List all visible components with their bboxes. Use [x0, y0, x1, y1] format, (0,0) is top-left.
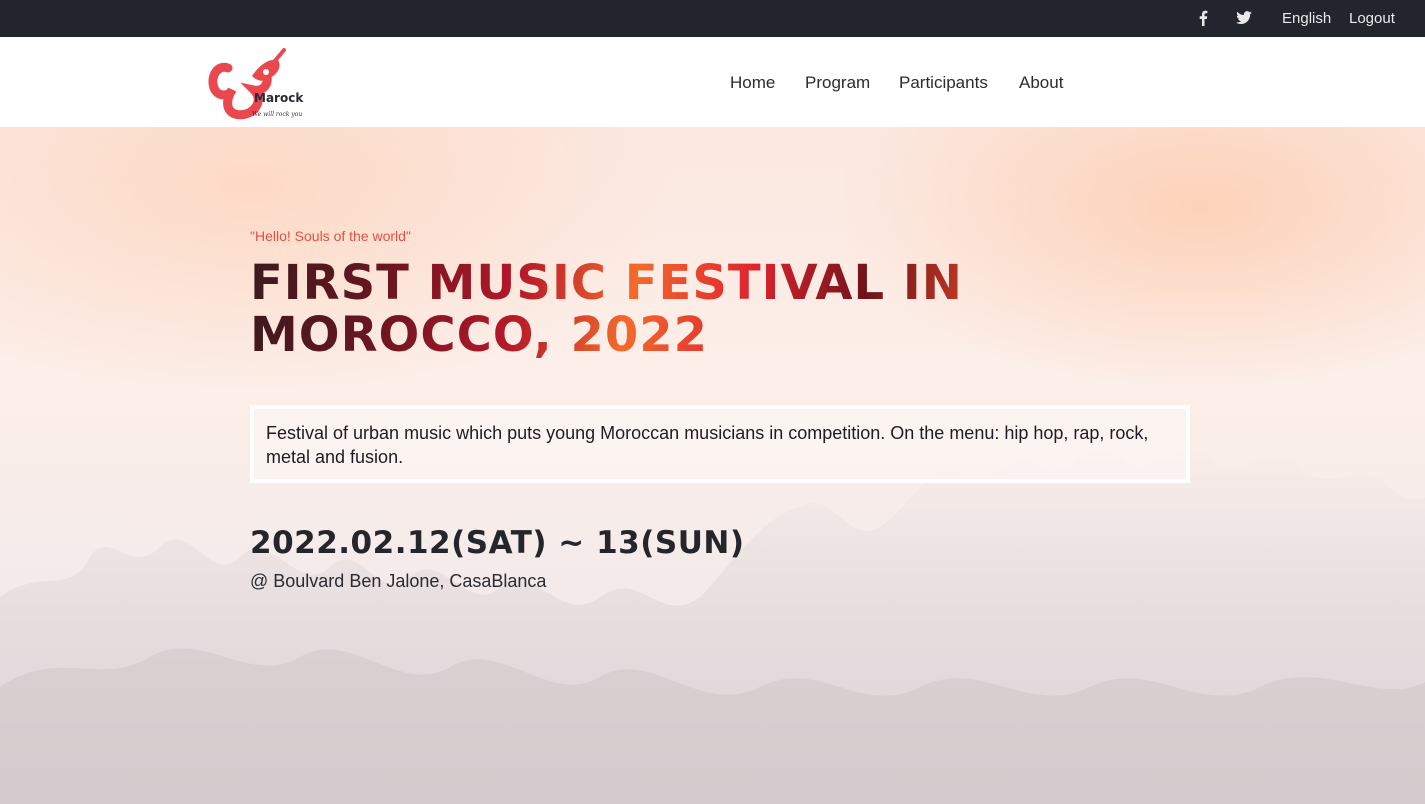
logo-text: Marock — [254, 91, 304, 105]
facebook-icon[interactable] — [1194, 9, 1212, 27]
hero-title: First Music Festival in Morocco, 2022 — [250, 257, 1010, 361]
top-bar: English Logout — [0, 0, 1425, 37]
site-logo[interactable]: Marock We will rock you — [208, 46, 318, 121]
nav-program[interactable]: Program — [805, 73, 870, 93]
hero-tagline: "Hello! Souls of the world" — [250, 228, 411, 244]
festival-description: Festival of urban music which puts young… — [250, 405, 1190, 483]
festival-venue: @ Boulvard Ben Jalone, CasaBlanca — [250, 571, 547, 591]
site-header: Marock We will rock you Home Program Par… — [0, 37, 1425, 127]
nav-home[interactable]: Home — [730, 73, 775, 93]
language-selector[interactable]: English — [1282, 10, 1331, 27]
logout-link[interactable]: Logout — [1349, 10, 1395, 27]
twitter-icon[interactable] — [1235, 9, 1253, 27]
nav-participants[interactable]: Participants — [899, 73, 988, 93]
nav-about[interactable]: About — [1019, 73, 1063, 93]
festival-dates: 2022.02.12(SAT) ~ 13(SUN) — [250, 525, 745, 561]
logo-tagline: We will rock you — [252, 111, 302, 118]
hero-section: "Hello! Souls of the world" First Music … — [0, 127, 1425, 804]
